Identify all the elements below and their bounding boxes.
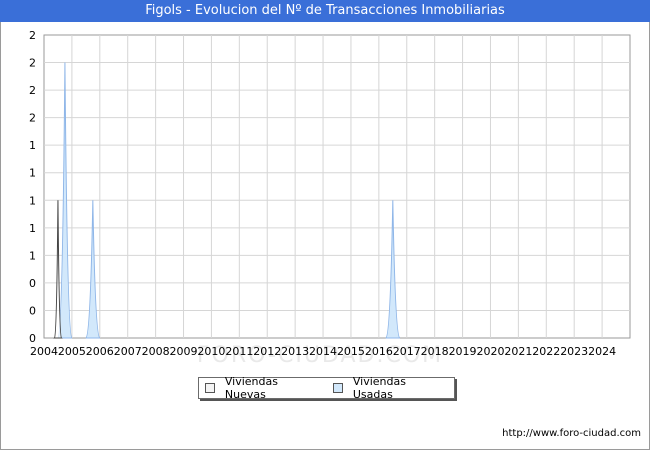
y-tick-label: 1 — [29, 194, 36, 207]
x-tick-label: 2004 — [30, 345, 58, 358]
plot-area-border — [43, 34, 631, 339]
legend-swatch-nuevas — [205, 383, 215, 393]
legend-label-usadas: Viviendas Usadas — [352, 375, 406, 401]
x-tick-label: 2023 — [560, 345, 588, 358]
y-tick-label: 2 — [29, 84, 36, 97]
x-tick-label: 2021 — [504, 345, 532, 358]
x-tick-label: 2012 — [253, 345, 281, 358]
x-tick-label: 2007 — [114, 345, 142, 358]
x-tick-label: 2015 — [337, 345, 365, 358]
footer-url: http://www.foro-ciudad.com — [502, 428, 641, 439]
usadas-peak — [385, 200, 401, 339]
y-tick-label: 1 — [29, 139, 36, 152]
x-tick-label: 2019 — [449, 345, 477, 358]
legend-item-nuevas: Viviendas Nuevas — [205, 375, 321, 401]
y-tick-label: 2 — [29, 112, 36, 125]
y-tick-label: 0 — [29, 332, 36, 345]
x-tick-label: 2014 — [309, 345, 337, 358]
x-tick-label: 2013 — [281, 345, 309, 358]
legend-label-nuevas: Viviendas Nuevas — [224, 375, 278, 401]
y-tick-label: 2 — [29, 29, 36, 42]
x-tick-label: 2009 — [170, 345, 198, 358]
x-tick-label: 2005 — [58, 345, 86, 358]
legend-item-usadas: Viviendas Usadas — [332, 375, 448, 401]
x-tick-label: 2020 — [476, 345, 504, 358]
x-tick-label: 2006 — [86, 345, 114, 358]
legend: Viviendas Nuevas Viviendas Usadas — [198, 375, 455, 401]
y-tick-label: 2 — [29, 57, 36, 70]
x-tick-label: 2011 — [225, 345, 253, 358]
y-tick-label: 1 — [29, 222, 36, 235]
x-tick-label: 2010 — [197, 345, 225, 358]
x-tick-label: 2008 — [142, 345, 170, 358]
y-tick-label: 0 — [29, 277, 36, 290]
x-tick-label: 2024 — [588, 345, 616, 358]
x-tick-label: 2017 — [393, 345, 421, 358]
x-tick-label: 2018 — [421, 345, 449, 358]
x-tick-label: 2016 — [365, 345, 393, 358]
x-tick-label: 2022 — [532, 345, 560, 358]
legend-swatch-usadas — [332, 383, 343, 393]
usadas-peak — [85, 200, 101, 339]
y-tick-label: 1 — [29, 249, 36, 262]
y-tick-label: 0 — [29, 304, 36, 317]
y-tick-label: 1 — [29, 167, 36, 180]
grid-layer — [43, 34, 631, 339]
